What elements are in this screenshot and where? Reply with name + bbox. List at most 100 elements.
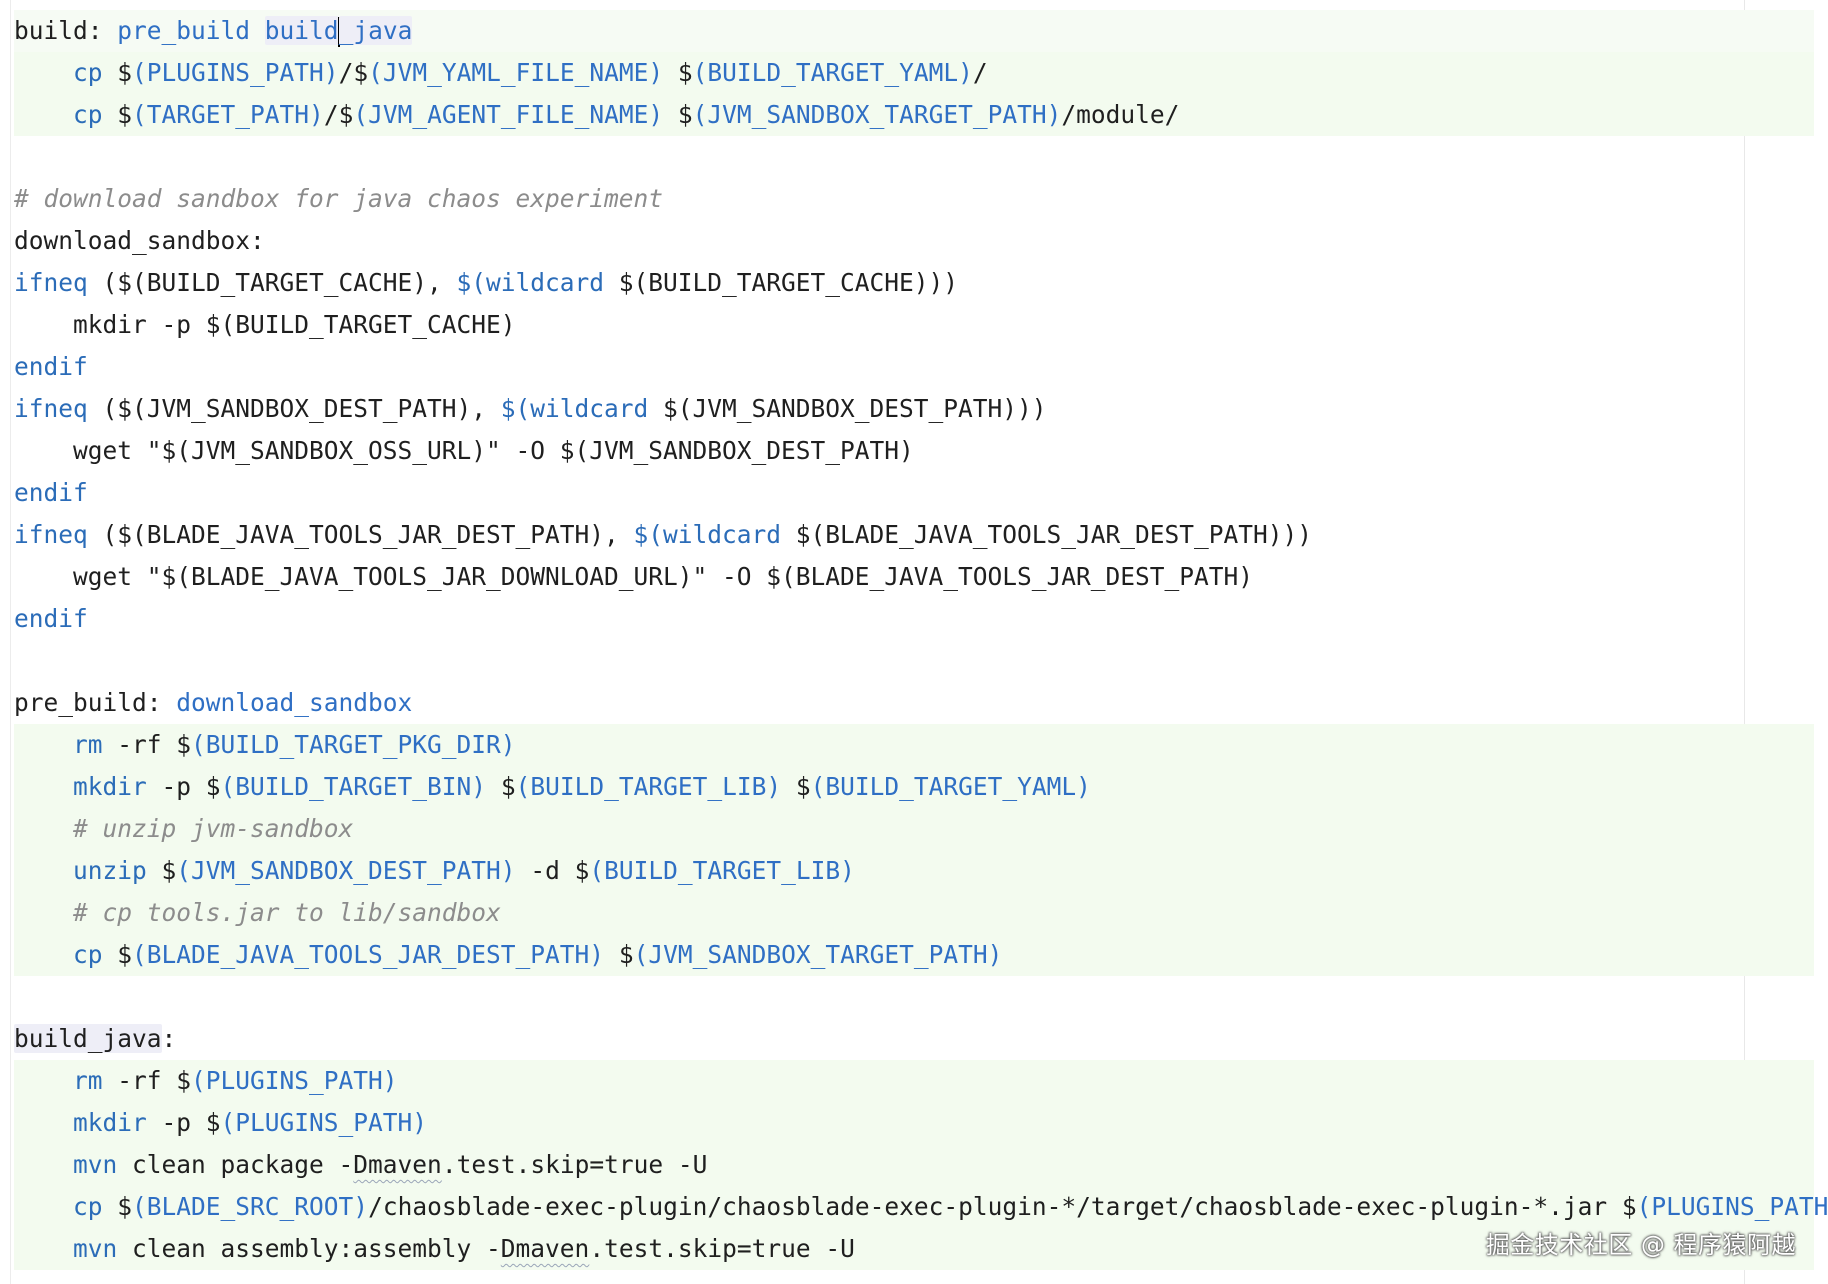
code-token: $ (102, 100, 133, 129)
code-token: Dmaven (353, 1150, 442, 1179)
code-token: (BUILD_TARGET_YAML) (692, 58, 973, 87)
code-line[interactable]: build_java: (14, 1018, 1814, 1060)
code-line[interactable]: # download sandbox for java chaos experi… (14, 178, 1814, 220)
code-token: (JVM_SANDBOX_DEST_PATH) (176, 856, 516, 885)
code-token: wget "$(JVM_SANDBOX_OSS_URL)" -O $(JVM_S… (73, 436, 914, 465)
code-token: build_java (14, 1024, 162, 1053)
code-token: wget "$(BLADE_JAVA_TOOLS_JAR_DOWNLOAD_UR… (73, 562, 1254, 591)
code-token: endif (14, 478, 88, 507)
code-token: # cp tools.jar to lib/sandbox (73, 898, 501, 927)
code-token: (PLUGINS_PATH) (132, 58, 339, 87)
watermark: 掘金技术社区 @ 程序猿阿越 (1485, 1231, 1796, 1259)
code-line[interactable]: endif (14, 598, 1814, 640)
code-token: pre_build (117, 16, 251, 45)
code-line[interactable]: cp $(PLUGINS_PATH)/$(JVM_YAML_FILE_NAME)… (14, 52, 1814, 94)
code-line[interactable]: # unzip jvm-sandbox (14, 808, 1814, 850)
code-token: $ (146, 856, 177, 885)
code-line[interactable] (14, 976, 1814, 1018)
code-token: / (972, 58, 988, 87)
code-line[interactable]: unzip $(JVM_SANDBOX_DEST_PATH) -d $(BUIL… (14, 850, 1814, 892)
code-token: ($(BLADE_JAVA_TOOLS_JAR_DEST_PATH), (87, 520, 634, 549)
code-line[interactable] (14, 136, 1814, 178)
code-token: # download sandbox for java chaos experi… (14, 184, 664, 213)
code-token: (BUILD_TARGET_PKG_DIR) (191, 730, 516, 759)
code-token: clean assembly:assembly - (117, 1234, 501, 1263)
code-line[interactable]: endif (14, 346, 1814, 388)
code-token: mkdir (73, 772, 147, 801)
code-line[interactable]: cp $(BLADE_JAVA_TOOLS_JAR_DEST_PATH) $(J… (14, 934, 1814, 976)
code-token: -rf $ (102, 1066, 192, 1095)
code-line[interactable]: ifneq ($(BUILD_TARGET_CACHE), $(wildcard… (14, 262, 1814, 304)
code-token: (BUILD_TARGET_YAML) (810, 772, 1091, 801)
code-token: ($(BUILD_TARGET_CACHE), (87, 268, 457, 297)
code-token: : (161, 1024, 177, 1053)
code-token: mkdir -p $(BUILD_TARGET_CACHE) (73, 310, 516, 339)
code-line[interactable] (14, 640, 1814, 682)
code-token: $ (781, 772, 811, 801)
code-token: /$ (338, 58, 369, 87)
code-token: ifneq (14, 520, 88, 549)
code-token: (BLADE_JAVA_TOOLS_JAR_DEST_PATH) (132, 940, 605, 969)
code-token: endif (14, 352, 88, 381)
code-token: .test.skip=true -U (441, 1150, 708, 1179)
code-line[interactable]: # cp tools.jar to lib/sandbox (14, 892, 1814, 934)
code-token: (JVM_SANDBOX_TARGET_PATH) (633, 940, 1003, 969)
code-line[interactable]: endif (14, 472, 1814, 514)
code-token: (BUILD_TARGET_BIN) (220, 772, 487, 801)
code-line[interactable]: download_sandbox: (14, 220, 1814, 262)
code-line[interactable]: ifneq ($(BLADE_JAVA_TOOLS_JAR_DEST_PATH)… (14, 514, 1814, 556)
code-line[interactable]: mkdir -p $(BUILD_TARGET_CACHE) (14, 304, 1814, 346)
code-editor[interactable]: build: pre_build build_java cp $ (PLUGINS… (0, 0, 1828, 1284)
code-token: (TARGET_PATH) (132, 100, 324, 129)
code-token: (PLUGINS_PATH) (220, 1108, 428, 1137)
code-token: -p $ (146, 772, 221, 801)
code-line[interactable]: rm -rf $(PLUGINS_PATH) (14, 1060, 1814, 1102)
code-line[interactable]: build: pre_build build_java (14, 10, 1814, 52)
code-line[interactable]: mkdir -p $(PLUGINS_PATH) (14, 1102, 1814, 1144)
code-line[interactable]: mkdir -p $(BUILD_TARGET_BIN) $(BUILD_TAR… (14, 766, 1814, 808)
code-token: -d $ (515, 856, 590, 885)
code-area[interactable]: build: pre_build build_java cp $ (PLUGINS… (14, 10, 1828, 1270)
code-token: (BUILD_TARGET_LIB) (589, 856, 855, 885)
code-token: -rf $ (102, 730, 192, 759)
code-token: /module/ (1061, 100, 1180, 129)
code-token: _java (338, 16, 413, 45)
code-token: (PLUGINS_PATH) (1636, 1192, 1828, 1221)
code-line[interactable]: rm -rf $(BUILD_TARGET_PKG_DIR) (14, 724, 1814, 766)
code-token: endif (14, 604, 88, 633)
code-token: (JVM_AGENT_FILE_NAME) (353, 100, 664, 129)
code-line[interactable]: pre_build: download_sandbox (14, 682, 1814, 724)
code-token: mvn (73, 1150, 118, 1179)
code-token: $ (663, 100, 693, 129)
code-token: (PLUGINS_PATH) (191, 1066, 398, 1095)
code-line[interactable]: cp $(TARGET_PATH)/$(JVM_AGENT_FILE_NAME)… (14, 94, 1814, 136)
code-line[interactable]: cp $(BLADE_SRC_ROOT)/chaosblade-exec-plu… (14, 1186, 1828, 1228)
gutter-divider (10, 0, 11, 1284)
code-token: Dmaven (500, 1234, 590, 1263)
code-line[interactable]: ifneq ($(JVM_SANDBOX_DEST_PATH), $(wildc… (14, 388, 1814, 430)
code-token: download_sandbox (176, 688, 413, 717)
code-token: clean package - (117, 1150, 354, 1179)
code-token: ($(JVM_SANDBOX_DEST_PATH), (87, 394, 501, 423)
code-line[interactable]: wget "$(BLADE_JAVA_TOOLS_JAR_DOWNLOAD_UR… (14, 556, 1814, 598)
code-token: $(wildcard (456, 268, 605, 297)
code-token: build (264, 16, 339, 45)
code-token: mvn (73, 1234, 118, 1263)
code-token: download_sandbox: (14, 226, 265, 255)
code-token: cp (73, 100, 103, 129)
code-line[interactable]: wget "$(JVM_SANDBOX_OSS_URL)" -O $(JVM_S… (14, 430, 1814, 472)
code-token: $ (102, 940, 133, 969)
code-token: (JVM_SANDBOX_TARGET_PATH) (692, 100, 1062, 129)
code-token: unzip (73, 856, 147, 885)
code-token: $(BUILD_TARGET_CACHE))) (604, 268, 959, 297)
code-token: $(wildcard (500, 394, 649, 423)
code-token: $ (102, 1192, 133, 1221)
code-line[interactable]: mvn clean package -Dmaven.test.skip=true… (14, 1144, 1814, 1186)
